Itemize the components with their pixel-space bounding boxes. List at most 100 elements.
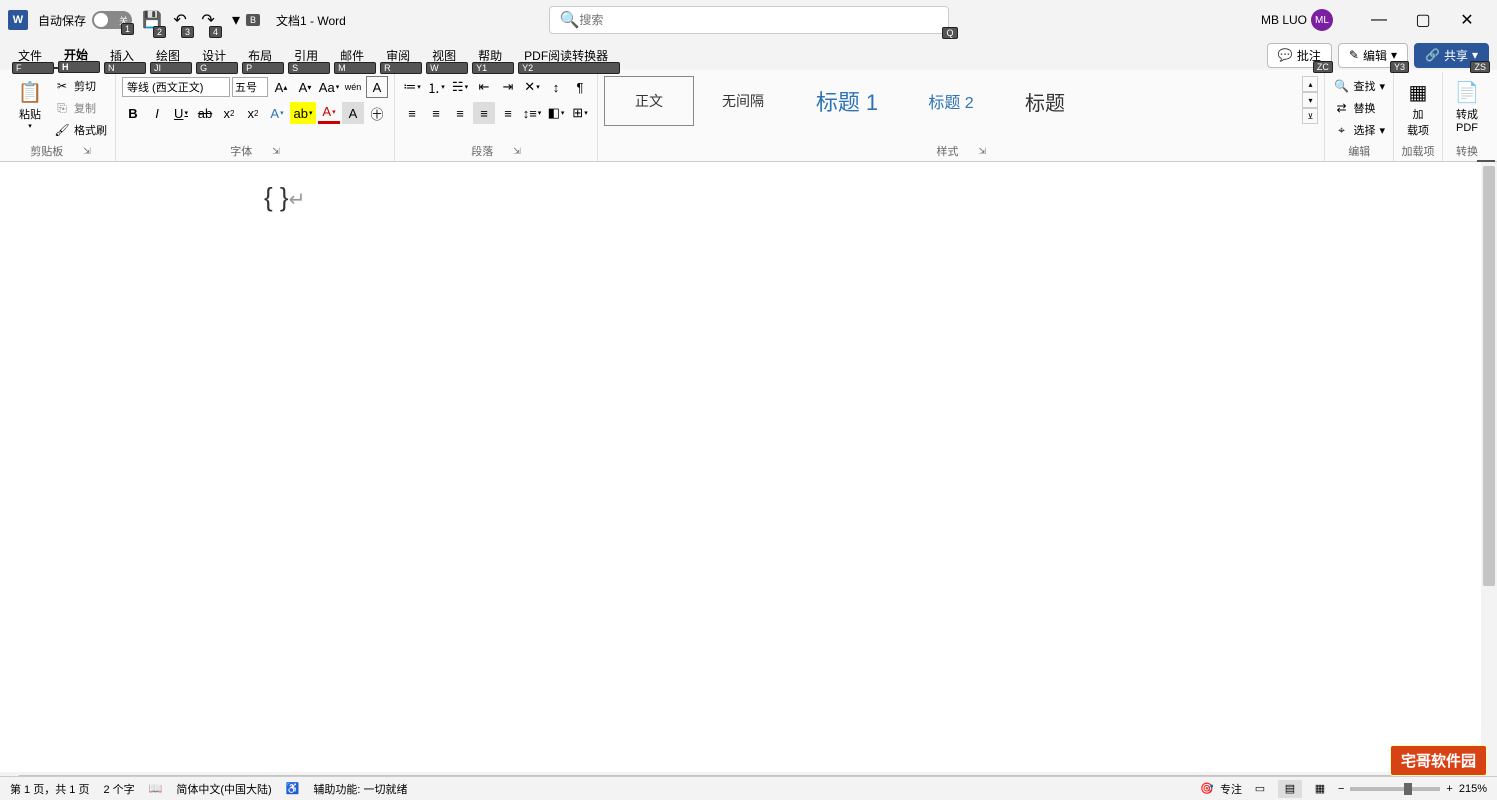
- cut-button[interactable]: ✂剪切: [52, 76, 109, 96]
- tab-design[interactable]: 设计G: [192, 43, 236, 68]
- accessibility-status[interactable]: 辅助功能: 一切就绪: [313, 781, 407, 797]
- close-button[interactable]: ✕: [1445, 5, 1489, 35]
- replace-button[interactable]: ⇄替换: [1331, 98, 1377, 118]
- minimize-button[interactable]: —: [1357, 5, 1401, 35]
- undo-button[interactable]: ↶3: [168, 8, 192, 32]
- paragraph-launcher[interactable]: ⇲: [513, 146, 521, 157]
- asian-layout-button[interactable]: ✕: [521, 76, 543, 98]
- gallery-up-icon[interactable]: ▴: [1302, 76, 1318, 92]
- find-button[interactable]: 🔍查找 ▾: [1331, 76, 1387, 96]
- align-left-button[interactable]: ≡: [401, 102, 423, 124]
- zoom-out-button[interactable]: −: [1338, 783, 1344, 795]
- autosave-toggle[interactable]: 关 1: [92, 11, 132, 29]
- styles-gallery-scroll[interactable]: ▴ ▾ ⊻: [1302, 76, 1318, 124]
- convert-pdf-button[interactable]: 📄 转成PDF: [1449, 76, 1485, 136]
- style-nospacing[interactable]: 无间隔: [698, 76, 788, 126]
- read-mode-button[interactable]: ▭: [1248, 780, 1272, 798]
- tab-layout[interactable]: 布局P: [238, 43, 282, 68]
- tab-pdf[interactable]: PDF阅读转换器Y2: [514, 43, 618, 68]
- gallery-down-icon[interactable]: ▾: [1302, 92, 1318, 108]
- align-right-button[interactable]: ≡: [449, 102, 471, 124]
- zoom-in-button[interactable]: +: [1446, 783, 1452, 795]
- italic-button[interactable]: I: [146, 102, 168, 124]
- restore-button[interactable]: ▢: [1401, 5, 1445, 35]
- comments-button[interactable]: 💬批注ZC: [1267, 43, 1332, 68]
- distribute-button[interactable]: ≡: [497, 102, 519, 124]
- justify-button[interactable]: ≡: [473, 102, 495, 124]
- multilevel-button[interactable]: ☵: [449, 76, 471, 98]
- zoom-slider[interactable]: [1350, 787, 1440, 791]
- style-normal[interactable]: 正文: [604, 76, 694, 126]
- vscroll-thumb[interactable]: [1483, 166, 1495, 586]
- tab-insert[interactable]: 插入N: [100, 43, 144, 68]
- save-button[interactable]: 💾2: [140, 8, 164, 32]
- clipboard-launcher[interactable]: ⇲: [83, 146, 91, 157]
- font-launcher[interactable]: ⇲: [272, 146, 280, 157]
- format-painter-button[interactable]: 🖌格式刷: [52, 120, 109, 140]
- web-layout-button[interactable]: ▦: [1308, 780, 1332, 798]
- align-center-button[interactable]: ≡: [425, 102, 447, 124]
- text-effects-button[interactable]: A: [266, 102, 288, 124]
- styles-launcher[interactable]: ⇲: [978, 146, 986, 157]
- style-heading1[interactable]: 标题 1: [792, 76, 902, 126]
- tab-file[interactable]: 文件F: [8, 43, 52, 68]
- sort-button[interactable]: ↕: [545, 76, 567, 98]
- tab-home[interactable]: 开始H: [54, 42, 98, 69]
- shrink-font-button[interactable]: A▾: [294, 76, 316, 98]
- search-input[interactable]: [579, 13, 937, 27]
- bullets-button[interactable]: ≔: [401, 76, 423, 98]
- underline-button[interactable]: U: [170, 102, 192, 124]
- tab-mailings[interactable]: 邮件M: [330, 43, 374, 68]
- spellcheck-icon[interactable]: 📖: [149, 782, 163, 795]
- copy-button[interactable]: ⎘复制: [52, 98, 109, 118]
- font-size-combo[interactable]: [232, 77, 268, 97]
- font-color-button[interactable]: A: [318, 102, 340, 124]
- tab-references[interactable]: 引用S: [284, 43, 328, 68]
- style-heading2[interactable]: 标题 2: [906, 76, 996, 126]
- numbering-button[interactable]: ⒈: [425, 76, 447, 98]
- edit-mode-button[interactable]: ✎编辑 ▾Y3: [1338, 43, 1408, 68]
- tab-view[interactable]: 视图W: [422, 43, 466, 68]
- document-page[interactable]: { }↵: [0, 162, 1481, 772]
- line-spacing-button[interactable]: ↕≡: [521, 102, 543, 124]
- subscript-button[interactable]: x2: [218, 102, 240, 124]
- strikethrough-button[interactable]: ab: [194, 102, 216, 124]
- vertical-scrollbar[interactable]: [1481, 162, 1497, 772]
- paste-button[interactable]: 📋 粘贴▾: [12, 76, 48, 132]
- focus-label[interactable]: 专注: [1220, 781, 1242, 797]
- language-status[interactable]: 简体中文(中国大陆): [176, 781, 271, 797]
- tab-review[interactable]: 审阅R: [376, 43, 420, 68]
- focus-icon[interactable]: 🎯: [1200, 782, 1214, 795]
- gallery-more-icon[interactable]: ⊻: [1302, 108, 1318, 124]
- char-shading-button[interactable]: A: [342, 102, 364, 124]
- page-status[interactable]: 第 1 页，共 1 页: [10, 781, 89, 797]
- phonetic-guide-button[interactable]: wén: [342, 76, 364, 98]
- zoom-knob[interactable]: [1404, 783, 1412, 795]
- superscript-button[interactable]: x2: [242, 102, 264, 124]
- qat-dropdown[interactable]: ▾: [224, 8, 248, 32]
- char-border-button[interactable]: A: [366, 76, 388, 98]
- enclose-char-button[interactable]: ㊉: [366, 102, 388, 124]
- tab-help[interactable]: 帮助Y1: [468, 43, 512, 68]
- font-name-combo[interactable]: [122, 77, 230, 97]
- document-content[interactable]: { }↵: [264, 182, 305, 213]
- borders-button[interactable]: ⊞: [569, 102, 591, 124]
- increase-indent-button[interactable]: ⇥: [497, 76, 519, 98]
- user-name[interactable]: MB LUO: [1261, 13, 1307, 27]
- user-avatar[interactable]: ML: [1311, 9, 1333, 31]
- select-button[interactable]: ⌖选择 ▾: [1331, 120, 1387, 140]
- word-count[interactable]: 2 个字: [103, 781, 134, 797]
- redo-button[interactable]: ↷4: [196, 8, 220, 32]
- shading-button[interactable]: ◧: [545, 102, 567, 124]
- decrease-indent-button[interactable]: ⇤: [473, 76, 495, 98]
- print-layout-button[interactable]: ▤: [1278, 780, 1302, 798]
- zoom-level[interactable]: 215%: [1459, 783, 1487, 795]
- addins-button[interactable]: ▦ 加载项: [1400, 76, 1436, 140]
- style-title[interactable]: 标题: [1000, 76, 1090, 126]
- share-button[interactable]: 🔗共享 ▾ZS: [1414, 43, 1489, 68]
- bold-button[interactable]: B: [122, 102, 144, 124]
- highlight-button[interactable]: ab: [290, 102, 316, 124]
- show-marks-button[interactable]: ¶: [569, 76, 591, 98]
- grow-font-button[interactable]: A▴: [270, 76, 292, 98]
- tab-draw[interactable]: 绘图JI: [146, 43, 190, 68]
